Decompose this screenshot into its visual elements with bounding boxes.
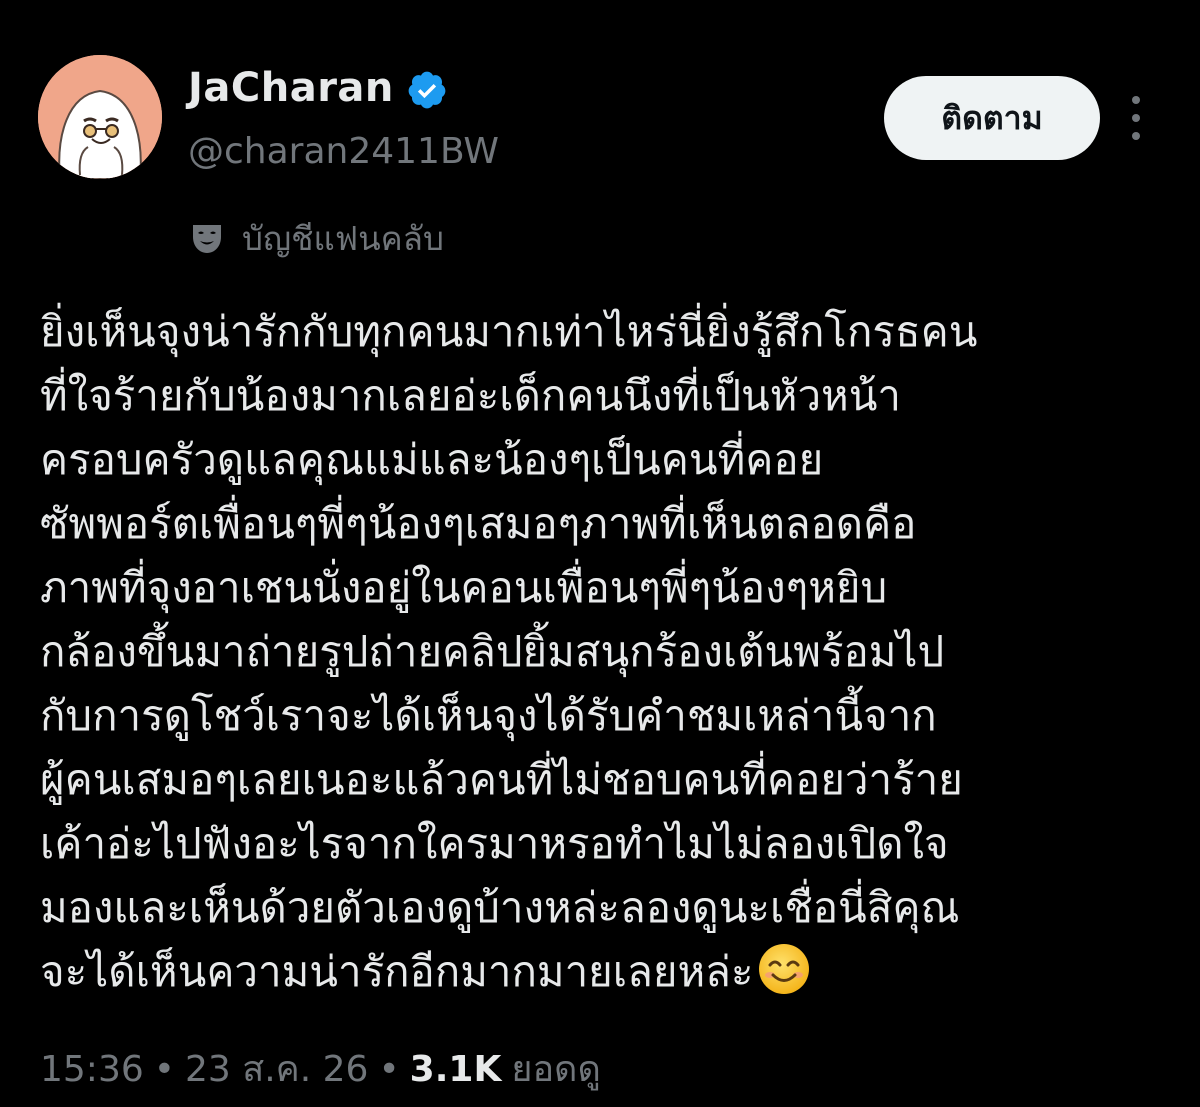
tweet-body-line: ภาพที่จุงอาเชนนั่งอยู่ในคอนเพื่อนๆพี่ๆน้… — [40, 563, 888, 612]
tweet-body-line: ผู้คนเสมอๆเลยเนอะแล้วคนที่ไม่ชอบคนที่คอย… — [40, 755, 963, 804]
meta-separator: • — [378, 1049, 400, 1090]
tweet-body-last-line: จะได้เห็นความน่ารักอีกมากมายเลยหล่ะ — [40, 940, 1170, 1004]
tweet-body-line: จะได้เห็นความน่ารักอีกมากมายเลยหล่ะ — [40, 947, 754, 996]
tweet-body-line: มองและเห็นด้วยตัวเองดูบ้างหล่ะลองดูนะเชื… — [40, 883, 960, 932]
tweet-meta: 15:36 • 23 ส.ค. 26 • 3.1K ยอดดู — [40, 1040, 601, 1100]
more-dot — [1132, 132, 1140, 140]
views-count[interactable]: 3.1K — [410, 1040, 502, 1100]
tweet-body-line: ที่ใจร้ายกับน้องมากเลยอ่ะเด็กคนนึงที่เป็… — [40, 371, 902, 420]
community-label-row[interactable]: บัญชีแฟนคลับ — [190, 214, 444, 264]
tweet-body: ยิ่งเห็นจุงน่ารักกับทุกคนมากเท่าไหร่นี่ย… — [40, 300, 1170, 1004]
avatar[interactable] — [38, 55, 162, 179]
tweet-body-line: กล้องขึ้นมาถ่ายรูปถ่ายคลิปยิ้มสนุกร้องเต… — [40, 627, 945, 676]
verified-badge-icon[interactable] — [406, 69, 448, 111]
tweet-time[interactable]: 15:36 — [40, 1040, 144, 1100]
follow-button[interactable]: ติดตาม — [884, 76, 1100, 160]
author-handle[interactable]: @charan2411BW — [188, 124, 499, 180]
tweet: JaCharan @charan2411BW ติดตาม บัญชีแฟนคล… — [0, 0, 1200, 1107]
tweet-date[interactable]: 23 ส.ค. 26 — [185, 1040, 368, 1100]
more-dot — [1132, 96, 1140, 104]
author-display-name[interactable]: JaCharan — [188, 60, 394, 116]
smiling-face-emoji-icon — [759, 944, 810, 994]
more-dot — [1132, 114, 1140, 122]
meta-separator: • — [153, 1049, 175, 1090]
ghost-character-avatar-icon — [38, 55, 162, 179]
community-label: บัญชีแฟนคลับ — [242, 219, 444, 258]
theater-mask-icon — [193, 225, 221, 253]
tweet-body-line: ครอบครัวดูแลคุณแม่และน้องๆเป็นคนที่คอย — [40, 435, 824, 484]
views-label[interactable]: ยอดดู — [511, 1040, 600, 1100]
tweet-body-line: ซัพพอร์ตเพื่อนๆพี่ๆน้องๆเสมอๆภาพที่เห็นต… — [40, 499, 917, 548]
tweet-body-line: ยิ่งเห็นจุงน่ารักกับทุกคนมากเท่าไหร่นี่ย… — [40, 307, 978, 356]
more-dots-icon[interactable] — [1116, 94, 1156, 142]
tweet-body-line: กับการดูโชว์เราจะได้เห็นจุงได้รับคำชมเหล… — [40, 691, 937, 740]
tweet-body-line: เค้าอ่ะไปฟังอะไรจากใครมาหรอทำไมไม่ลองเปิ… — [40, 819, 949, 868]
author-name-row[interactable]: JaCharan — [188, 60, 448, 116]
